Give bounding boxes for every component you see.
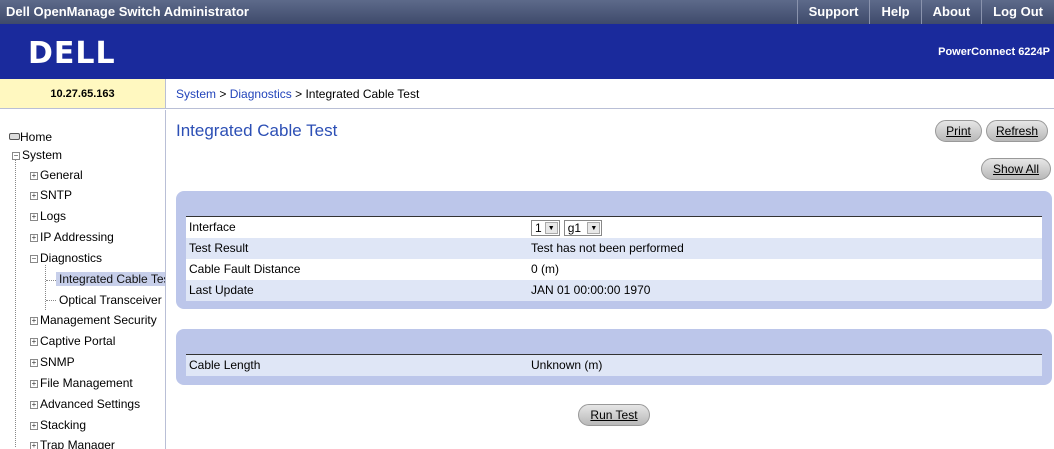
test-table: Interface 1 ▼ g1 ▼ Test Result Test has no… — [186, 216, 1042, 301]
expand-icon: + — [30, 316, 38, 325]
sidebar-item-snmp[interactable]: + SNMP — [30, 355, 75, 369]
run-test-button[interactable]: Run Test — [578, 404, 650, 426]
fault-distance-label: Cable Fault Distance — [189, 262, 301, 276]
last-update-row: Last Update JAN 01 00:00:00 1970 — [186, 280, 1042, 301]
interface-label: Interface — [189, 220, 236, 234]
cable-length-label: Cable Length — [189, 358, 261, 372]
expand-icon: + — [30, 400, 38, 409]
expand-icon: + — [30, 358, 38, 367]
tree-line — [45, 265, 46, 310]
unit-select[interactable]: 1 ▼ — [531, 219, 560, 236]
expand-icon: + — [30, 337, 38, 346]
cable-length-value: Unknown (m) — [531, 358, 603, 372]
dell-logo: DELL — [28, 36, 116, 71]
sidebar-item-diagnostics[interactable]: − Diagnostics — [30, 251, 102, 265]
sidebar-item-ip-addressing[interactable]: + IP Addressing — [30, 230, 114, 244]
sidebar-item-optical-transceiver[interactable]: Optical Transceiver — [59, 293, 162, 307]
sidebar-item-file-management[interactable]: + File Management — [30, 376, 133, 390]
top-bar: Dell OpenManage Switch Administrator Sup… — [0, 0, 1054, 24]
interface-row: Interface 1 ▼ g1 ▼ — [186, 217, 1042, 238]
support-link[interactable]: Support — [796, 0, 870, 24]
expand-icon: + — [30, 212, 38, 221]
device-ip: 10.27.65.163 — [0, 79, 166, 109]
breadcrumb-diagnostics[interactable]: Diagnostics — [230, 87, 292, 101]
breadcrumb-system[interactable]: System — [176, 87, 216, 101]
test-panel: Interface 1 ▼ g1 ▼ Test Result Test has no… — [176, 191, 1052, 309]
sidebar-item-logs[interactable]: + Logs — [30, 209, 66, 223]
tree-line — [15, 152, 16, 447]
fault-distance-row: Cable Fault Distance 0 (m) — [186, 259, 1042, 280]
refresh-button[interactable]: Refresh — [986, 120, 1048, 142]
top-links: Support Help About Log Out — [796, 0, 1054, 24]
home-icon — [9, 133, 20, 140]
sidebar-item-sntp[interactable]: + SNTP — [30, 188, 72, 202]
cable-length-row: Cable Length Unknown (m) — [186, 355, 1042, 376]
test-result-row: Test Result Test has not been performed — [186, 238, 1042, 259]
cable-table: Cable Length Unknown (m) — [186, 354, 1042, 376]
tree-line — [46, 300, 56, 301]
device-model: PowerConnect 6224P — [938, 46, 1050, 58]
sidebar-item-advanced-settings[interactable]: + Advanced Settings — [30, 397, 140, 411]
last-update-value: JAN 01 00:00:00 1970 — [531, 283, 651, 297]
expand-icon: + — [30, 191, 38, 200]
logout-link[interactable]: Log Out — [981, 0, 1054, 24]
help-link[interactable]: Help — [869, 0, 920, 24]
last-update-label: Last Update — [189, 283, 254, 297]
breadcrumb-separator: > — [219, 87, 227, 101]
expand-icon: + — [30, 441, 38, 449]
expand-icon: + — [30, 421, 38, 430]
sidebar-item-general[interactable]: + General — [30, 168, 83, 182]
chevron-down-icon: ▼ — [587, 221, 601, 234]
sidebar-item-integrated-cable-test[interactable]: Integrated Cable Test — [56, 272, 165, 286]
expand-icon: + — [30, 171, 38, 180]
app-title: Dell OpenManage Switch Administrator — [6, 4, 249, 19]
expand-icon: + — [30, 233, 38, 242]
chevron-down-icon: ▼ — [544, 221, 558, 234]
print-button[interactable]: Print — [935, 120, 982, 142]
sidebar-item-stacking[interactable]: + Stacking — [30, 418, 86, 432]
about-link[interactable]: About — [920, 0, 982, 24]
sidebar: Home − System + General + SNTP + Logs + IP Ad… — [0, 110, 166, 449]
page-title: Integrated Cable Test — [176, 121, 338, 140]
show-all-button[interactable]: Show All — [981, 158, 1051, 180]
tree-line — [46, 280, 56, 281]
collapse-icon: − — [12, 151, 20, 160]
cable-panel: Cable Length Unknown (m) — [176, 329, 1052, 385]
breadcrumb-current: Integrated Cable Test — [305, 87, 420, 101]
test-result-label: Test Result — [189, 241, 249, 255]
sidebar-item-captive-portal[interactable]: + Captive Portal — [30, 334, 115, 348]
brand-bar: DELL PowerConnect 6224P — [0, 24, 1054, 79]
sidebar-item-home[interactable]: Home — [9, 130, 52, 144]
sidebar-item-management-security[interactable]: + Management Security — [30, 313, 157, 327]
breadcrumb: System > Diagnostics > Integrated Cable … — [166, 79, 1054, 109]
test-result-value: Test has not been performed — [531, 241, 684, 255]
expand-icon: + — [30, 379, 38, 388]
fault-distance-value: 0 (m) — [531, 262, 559, 276]
sidebar-item-system[interactable]: − System — [12, 148, 62, 162]
port-select[interactable]: g1 ▼ — [563, 219, 603, 236]
collapse-icon: − — [30, 254, 38, 263]
breadcrumb-separator: > — [295, 87, 303, 101]
sidebar-item-trap-manager[interactable]: + Trap Manager — [30, 438, 115, 449]
